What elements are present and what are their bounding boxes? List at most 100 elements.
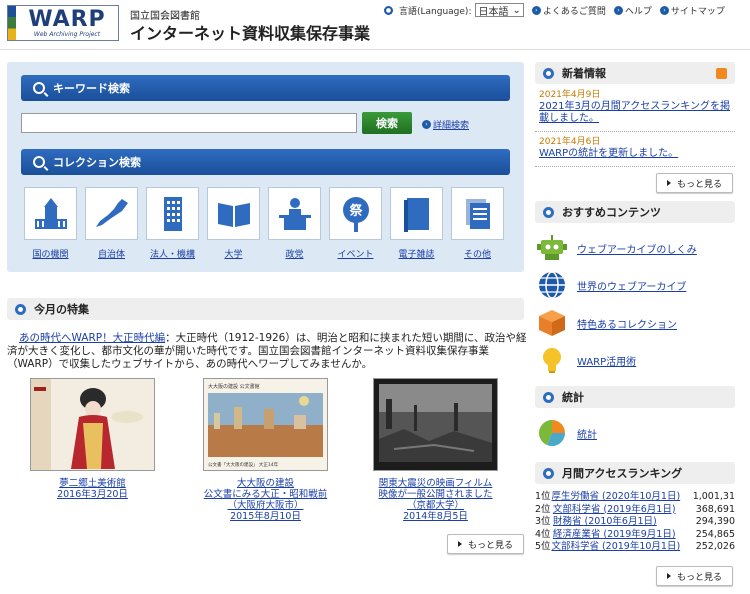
arrow-icon: ›	[422, 120, 431, 129]
recommend-label: WARP活用術	[577, 356, 637, 368]
card-line: 夢二郷土美術館	[59, 478, 126, 489]
advanced-search-link[interactable]: › 詳細検索	[422, 118, 469, 131]
more-label: もっと見る	[677, 572, 723, 583]
search-button[interactable]: 検索	[362, 112, 412, 134]
collection-events[interactable]: 祭 イベント	[329, 187, 382, 260]
collection-label: 電子雑誌	[398, 250, 435, 260]
card-line: 関東大震災の映画フィルム	[378, 478, 493, 489]
feature-link[interactable]: あの時代へWARP！大正時代編	[19, 332, 165, 344]
ranking-row[interactable]: 3位 財務省 (2010年6月1日) 294,390	[535, 516, 735, 529]
recommend-label: ウェブアーカイブのしくみ	[577, 244, 697, 256]
ranking-table: 1位 厚生労働省 (2020年10月1日) 1,001,31 2位 文部科学省 (20…	[535, 491, 735, 554]
stats-heading-text: 統計	[562, 391, 584, 404]
recommend-heading-text: おすすめコンテンツ	[562, 206, 661, 219]
earthquake-film-image	[373, 378, 498, 471]
circle-bullet-icon	[543, 206, 554, 218]
cube-icon	[537, 308, 567, 338]
stats-heading: 統計	[535, 386, 735, 408]
ranking-position: 2位	[535, 503, 551, 515]
osaka-document-image: 大大阪の建設 公文書館 公文書「大大阪の建設」 大正14年	[203, 378, 328, 471]
ranking-position: 5位	[535, 541, 551, 553]
help-label: ヘルプ	[624, 6, 652, 17]
collection-universities[interactable]: 大学	[207, 187, 260, 260]
more-label: もっと見る	[468, 540, 514, 551]
recommend-label: 世界のウェブアーカイブ	[577, 281, 687, 293]
card-banner-text: 大大阪の建設 公文書館	[208, 383, 260, 390]
collection-e-magazines[interactable]: 電子雑誌	[390, 187, 443, 260]
sitemap-label: サイトマップ	[670, 6, 725, 17]
keyword-search-title: キーワード検索	[53, 82, 130, 95]
site-title: インターネット資料収集保存事業	[130, 24, 371, 43]
collection-government[interactable]: 国の機関	[24, 187, 77, 260]
recommend-item[interactable]: WARP活用術	[537, 345, 636, 375]
recommend-label: 特色あるコレクション	[577, 319, 677, 331]
feature-card[interactable]: 大大阪の建設 公文書館 公文書「大大阪の建設」 大正14年 大大阪の建設 公文書…	[203, 378, 333, 522]
ranking-name: 財務省 (2010年6月1日)	[553, 516, 657, 528]
recommend-item[interactable]: 世界のウェブアーカイブ	[537, 270, 686, 300]
ranking-row[interactable]: 2位 文部科学省 (2019年6月1日) 368,691	[535, 504, 735, 517]
collection-others[interactable]: その他	[451, 187, 504, 260]
sitemap-link[interactable]: › サイトマップ	[659, 4, 725, 17]
faq-link[interactable]: › よくあるご質問	[531, 4, 606, 17]
feature-more-button[interactable]: もっと見る	[447, 534, 525, 554]
news-item: 2021年4月6日 WARPの統計を更新しました。	[539, 136, 734, 160]
japan-map-icon	[85, 187, 138, 240]
site-header: WARP Web Archiving Project 国立国会図書館 インターネ…	[0, 0, 750, 50]
svg-text:祭: 祭	[348, 203, 363, 219]
news-link[interactable]: 2021年3月の月間アクセスランキングを掲載しました。	[539, 101, 734, 125]
ranking-row[interactable]: 5位 文部科学省 (2019年10月1日) 252,026	[535, 541, 735, 554]
arrow-icon: ›	[659, 5, 669, 15]
language-select[interactable]: 日本語 ⌄	[475, 3, 524, 18]
news-more-button[interactable]: もっと見る	[656, 173, 734, 193]
language-label: 言語(Language):	[399, 6, 472, 17]
ranking-name: 経済産業省 (2019年9月1日)	[552, 528, 676, 540]
globe-icon: ●	[384, 5, 393, 15]
documents-icon	[451, 187, 504, 240]
office-building-icon	[146, 187, 199, 240]
circle-bullet-icon	[543, 467, 554, 479]
card-line: 2015年8月10日	[230, 511, 301, 522]
collection-label: その他	[463, 250, 491, 260]
yumeji-poster-image	[30, 378, 155, 471]
help-link[interactable]: › ヘルプ	[613, 4, 652, 17]
ranking-row[interactable]: 1位 厚生労働省 (2020年10月1日) 1,001,31	[535, 491, 735, 504]
news-item: 2021年4月9日 2021年3月の月間アクセスランキングを掲載しました。	[539, 89, 734, 125]
ranking-more-button[interactable]: もっと見る	[656, 566, 734, 586]
feature-description: あの時代へWARP！大正時代編：大正時代（1912-1926）は、明治と昭和に挟…	[7, 332, 527, 371]
more-label: もっと見る	[677, 179, 723, 190]
collection-local-government[interactable]: 自治体	[85, 187, 138, 260]
warp-logo[interactable]: WARP Web Archiving Project	[7, 5, 119, 41]
top-navigation: ● 言語(Language): 日本語 ⌄ › よくあるご質問 › ヘルプ › サイト…	[384, 3, 725, 18]
collection-political-parties[interactable]: 政党	[268, 187, 321, 260]
keyword-search-header: キーワード検索	[21, 75, 510, 101]
collection-label: 法人・機構	[149, 250, 195, 260]
play-arrow-icon	[667, 180, 671, 186]
keyword-search-input[interactable]	[21, 113, 357, 133]
ranking-count: 368,691	[695, 503, 735, 515]
recommend-item[interactable]: ウェブアーカイブのしくみ	[537, 233, 697, 263]
pie-chart-icon	[537, 418, 567, 448]
news-link[interactable]: WARPの統計を更新しました。	[539, 148, 734, 160]
card-line: （大阪府大阪市）	[227, 500, 304, 511]
card-line: 大大阪の建設	[236, 478, 294, 489]
card-caption-text: 公文書「大大阪の建設」 大正14年	[208, 461, 279, 468]
recommend-item[interactable]: 特色あるコレクション	[537, 308, 677, 338]
collection-grid: 国の機関 自治体 法人・機構 大学 政党 祭 イベント 電子雑誌 その他	[24, 187, 504, 260]
collection-search-title: コレクション検索	[53, 156, 141, 169]
collection-corporations[interactable]: 法人・機構	[146, 187, 199, 260]
government-building-icon	[24, 187, 77, 240]
card-line: 映像が一般公開されました	[378, 489, 493, 500]
feature-card[interactable]: 関東大震災の映画フィルム 映像が一般公開されました （京都大学） 2014年8月…	[373, 378, 503, 522]
ranking-position: 1位	[535, 491, 551, 502]
rss-icon[interactable]	[716, 68, 727, 79]
ranking-row[interactable]: 4位 経済産業省 (2019年9月1日) 254,865	[535, 529, 735, 542]
ranking-name: 文部科学省 (2019年6月1日)	[552, 503, 676, 515]
arrow-icon: ›	[613, 5, 623, 15]
search-panel: キーワード検索 検索 › 詳細検索 コレクション検索 国の機関 自治体 法人・機…	[7, 62, 524, 272]
feature-card[interactable]: 夢二郷土美術館 2016年3月20日	[30, 378, 160, 500]
circle-bullet-icon	[15, 303, 26, 315]
circle-bullet-icon	[543, 391, 554, 403]
stats-item[interactable]: 統計	[537, 418, 597, 448]
news-heading: 新着情報	[535, 62, 735, 84]
collection-label: 政党	[285, 250, 304, 260]
